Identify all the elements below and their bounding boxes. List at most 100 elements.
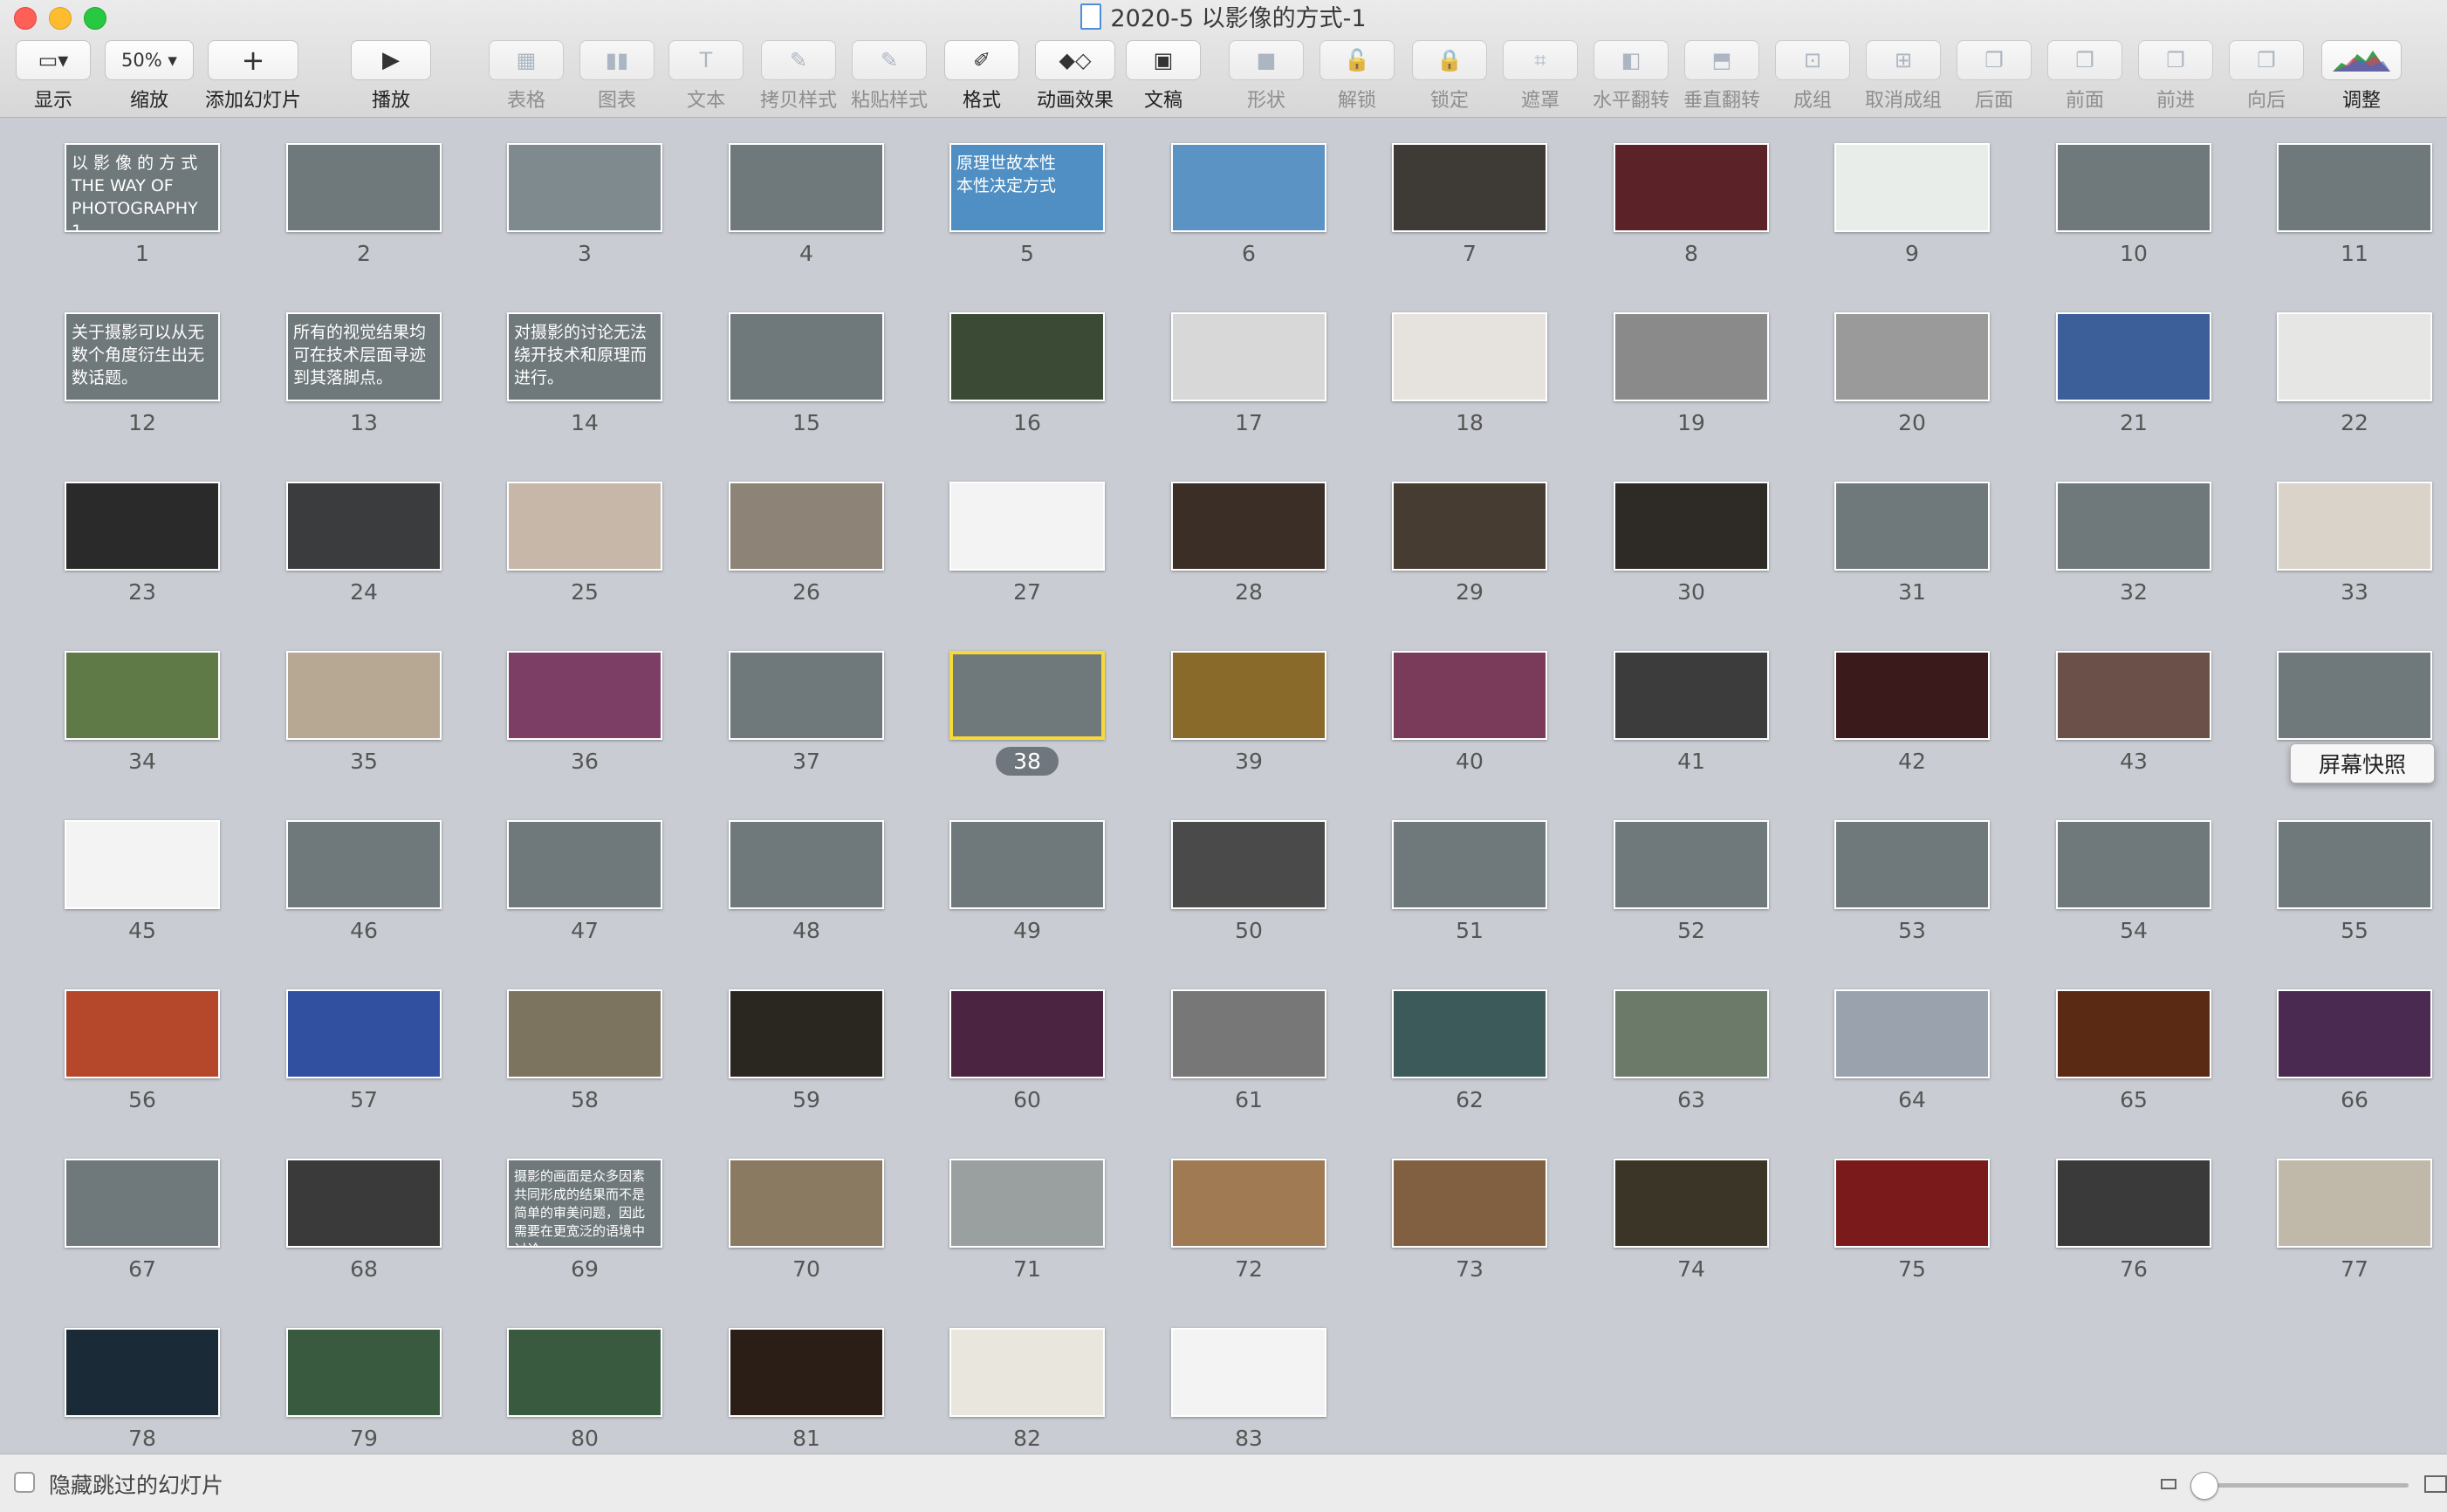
slide-thumbnail[interactable] (65, 989, 220, 1078)
slide-thumbnail[interactable] (286, 143, 442, 232)
slide-thumbnail[interactable] (286, 1328, 442, 1417)
slide-thumbnail[interactable] (286, 1159, 442, 1248)
slide-thumbnail[interactable] (1392, 989, 1547, 1078)
slide-thumbnail[interactable] (1614, 820, 1769, 909)
forward-button[interactable]: ❐ 前进 (2129, 40, 2222, 113)
slide-thumbnail[interactable] (949, 482, 1105, 571)
slide-thumbnail[interactable] (1834, 820, 1990, 909)
slide-thumbnail[interactable] (2056, 312, 2211, 401)
slide-thumbnail[interactable] (286, 482, 442, 571)
slide-thumbnail[interactable] (1392, 820, 1547, 909)
slide-thumbnail[interactable] (1171, 651, 1326, 740)
slide-thumbnail[interactable] (507, 651, 662, 740)
front-button[interactable]: ❐ 前面 (2039, 40, 2131, 113)
slide-thumbnail[interactable]: 关于摄影可以从无数个角度衍生出无数话题。 (65, 312, 220, 401)
slide-thumbnail[interactable] (949, 1328, 1105, 1417)
slide-thumbnail[interactable] (729, 1328, 884, 1417)
slide-thumbnail[interactable] (949, 651, 1105, 740)
shape-button[interactable]: ■ 形状 (1220, 40, 1313, 113)
slide-thumbnail[interactable] (729, 1159, 884, 1248)
slide-thumbnail[interactable] (1834, 989, 1990, 1078)
slide-thumbnail[interactable] (2056, 143, 2211, 232)
slide-thumbnail[interactable] (2277, 651, 2432, 740)
slide-thumbnail[interactable] (2277, 312, 2432, 401)
slide-thumbnail[interactable] (65, 820, 220, 909)
thumbnail-size-slider-knob[interactable] (2190, 1472, 2218, 1500)
slide-thumbnail[interactable] (949, 820, 1105, 909)
ungroup-button[interactable]: ⊞ 取消成组 (1857, 40, 1950, 113)
slide-thumbnail[interactable]: 对摄影的讨论无法绕开技术和原理而进行。 (507, 312, 662, 401)
slide-thumbnail[interactable] (65, 482, 220, 571)
slide-thumbnail[interactable] (949, 1159, 1105, 1248)
slide-thumbnail[interactable] (1834, 1159, 1990, 1248)
slide-thumbnail[interactable] (65, 651, 220, 740)
slide-thumbnail[interactable] (1614, 989, 1769, 1078)
slide-thumbnail[interactable] (1392, 312, 1547, 401)
slide-thumbnail[interactable] (1392, 482, 1547, 571)
slide-thumbnail[interactable] (2056, 820, 2211, 909)
slide-thumbnail[interactable] (1614, 482, 1769, 571)
play-button[interactable]: ▶ 播放 (342, 40, 440, 113)
slide-thumbnail[interactable] (1171, 1328, 1326, 1417)
slide-thumbnail[interactable]: 摄影的画面是众多因素共同形成的结果而不是简单的审美问题，因此需要在更宽泛的语境中… (507, 1159, 662, 1248)
add-slide-button[interactable]: + 添加幻灯片 (199, 40, 307, 113)
slide-thumbnail[interactable] (729, 482, 884, 571)
slide-thumbnail[interactable] (507, 989, 662, 1078)
backward-button[interactable]: ❐ 向后 (2220, 40, 2313, 113)
slide-thumbnail[interactable] (1171, 989, 1326, 1078)
text-button[interactable]: T 文本 (660, 40, 752, 113)
slide-thumbnail[interactable] (507, 143, 662, 232)
slide-thumbnail[interactable] (729, 989, 884, 1078)
lock-button[interactable]: 🔒 锁定 (1403, 40, 1496, 113)
slide-thumbnail[interactable] (1614, 651, 1769, 740)
slide-thumbnail[interactable] (65, 1328, 220, 1417)
zoom-button[interactable]: 50% ▾ 缩放 (96, 40, 202, 113)
table-button[interactable]: ▦ 表格 (480, 40, 572, 113)
slide-thumbnail[interactable] (2056, 1159, 2211, 1248)
chart-button[interactable]: ▮▮ 图表 (571, 40, 663, 113)
slide-thumbnail[interactable] (2277, 989, 2432, 1078)
slide-thumbnail[interactable] (1392, 143, 1547, 232)
slide-thumbnail[interactable] (729, 820, 884, 909)
back-button[interactable]: ❐ 后面 (1948, 40, 2040, 113)
slide-thumbnail[interactable] (2277, 820, 2432, 909)
slide-thumbnail[interactable]: 所有的视觉结果均可在技术层面寻迹到其落脚点。 (286, 312, 442, 401)
view-button[interactable]: ▭▾ 显示 (7, 40, 99, 113)
slide-thumbnail[interactable] (2056, 482, 2211, 571)
slide-thumbnail[interactable]: 原理世故本性 本性决定方式 (949, 143, 1105, 232)
slide-thumbnail[interactable] (1834, 651, 1990, 740)
slide-thumbnail[interactable] (2056, 989, 2211, 1078)
unlock-button[interactable]: 🔓 解锁 (1311, 40, 1403, 113)
slide-thumbnail[interactable] (286, 651, 442, 740)
slide-thumbnail[interactable] (729, 312, 884, 401)
group-button[interactable]: ⊡ 成组 (1766, 40, 1859, 113)
animate-button[interactable]: ◆◇ 动画效果 (1026, 40, 1124, 113)
slide-thumbnail[interactable] (1171, 820, 1326, 909)
document-button[interactable]: ▣ 文稿 (1117, 40, 1210, 113)
slide-thumbnail[interactable] (1171, 482, 1326, 571)
slide-thumbnail[interactable] (507, 1328, 662, 1417)
slide-thumbnail[interactable] (1834, 312, 1990, 401)
hide-skipped-checkbox[interactable] (14, 1472, 35, 1493)
slide-thumbnail[interactable] (286, 820, 442, 909)
slide-thumbnail[interactable] (2277, 482, 2432, 571)
flip-vertical-button[interactable]: ⬒ 垂直翻转 (1676, 40, 1768, 113)
slide-thumbnail[interactable] (949, 989, 1105, 1078)
thumbnail-size-slider[interactable] (2199, 1483, 2409, 1488)
slide-thumbnail[interactable] (1614, 143, 1769, 232)
slide-thumbnail[interactable] (65, 1159, 220, 1248)
slide-thumbnail[interactable] (1171, 143, 1326, 232)
slide-thumbnail[interactable] (729, 651, 884, 740)
slide-thumbnail[interactable] (286, 989, 442, 1078)
copy-style-button[interactable]: ✎ 拷贝样式 (752, 40, 845, 113)
adjust-button[interactable]: 调整 (2313, 40, 2410, 113)
slide-thumbnail[interactable] (949, 312, 1105, 401)
slide-thumbnail[interactable] (2277, 143, 2432, 232)
slide-thumbnail[interactable] (1834, 482, 1990, 571)
slide-thumbnail[interactable] (1392, 1159, 1547, 1248)
slide-thumbnail[interactable] (1614, 1159, 1769, 1248)
slide-thumbnail[interactable] (507, 482, 662, 571)
slide-thumbnail[interactable] (1834, 143, 1990, 232)
slide-thumbnail[interactable] (1171, 1159, 1326, 1248)
slide-thumbnail[interactable] (1171, 312, 1326, 401)
